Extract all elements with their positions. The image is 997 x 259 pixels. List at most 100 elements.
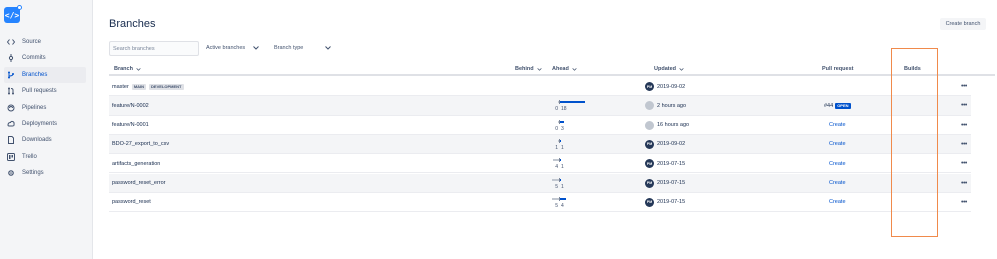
ahead-behind-divider: [559, 100, 560, 105]
behind-count: 4: [555, 164, 558, 171]
create-pull-request-link[interactable]: Create: [829, 180, 846, 186]
avatar[interactable]: PM: [645, 178, 654, 188]
chevron-down-icon: [537, 67, 542, 71]
more-actions-icon[interactable]: •••: [961, 96, 967, 115]
sidebar: </> Source Commits Branches Pull requests Pi…: [0, 0, 93, 259]
table-row[interactable]: artifacts_generation 4 1 PM 2019-07-15 Create…: [109, 154, 971, 174]
column-pull-request: Pull request: [822, 66, 853, 72]
ahead-behind-indicator: 54: [529, 193, 589, 212]
active-branches-dropdown[interactable]: Active branches: [206, 43, 259, 53]
branch-tag-lozenge: DEVELOPMENT: [149, 83, 184, 90]
ahead-behind-indicator: 11: [529, 135, 589, 154]
updated-cell: PM 2019-07-15: [645, 154, 685, 173]
table-row[interactable]: password_reset_error 5 1 PM 2019-07-15 Create…: [109, 173, 971, 193]
sidebar-item-trello[interactable]: Trello: [0, 149, 93, 165]
pull-request-cell: Create: [829, 116, 846, 135]
chevron-down-icon: [325, 46, 332, 50]
more-actions-icon[interactable]: •••: [961, 193, 967, 212]
column-updated[interactable]: Updated: [654, 66, 684, 72]
sidebar-item-downloads[interactable]: Downloads: [0, 132, 93, 148]
pull-request-cell: Create: [829, 154, 846, 173]
search-input[interactable]: [109, 41, 199, 56]
behind-count: 1: [555, 144, 558, 151]
more-actions-icon[interactable]: •••: [961, 77, 967, 96]
sidebar-nav: Source Commits Branches Pull requests Pipeli…: [0, 34, 93, 181]
sidebar-item-pipelines[interactable]: Pipelines: [0, 100, 93, 116]
sidebar-item-pull-requests[interactable]: Pull requests: [0, 83, 93, 99]
sidebar-item-branches[interactable]: Branches: [4, 66, 86, 83]
pull-request-link[interactable]: #44: [824, 103, 833, 109]
behind-bar: [552, 178, 559, 181]
pr-status-badge: OPEN: [835, 102, 851, 109]
create-pull-request-link[interactable]: Create: [829, 122, 846, 128]
avatar[interactable]: [645, 120, 654, 130]
table-row[interactable]: BDO-27_export_to_csv 1 1 PM 2019-09-02 Create…: [109, 134, 971, 155]
pull-request-cell: #44 OPEN: [824, 96, 851, 115]
branch-link[interactable]: artifacts_generation: [112, 161, 160, 167]
create-pull-request-link[interactable]: Create: [829, 161, 846, 167]
branch-link[interactable]: feature/N-0001: [112, 122, 149, 128]
branch-link[interactable]: password_reset: [112, 199, 151, 205]
branch-name-cell: artifacts_generation: [112, 154, 160, 173]
table-row[interactable]: master MAIN DEVELOPMENT PM 2019-09-02 •••: [109, 77, 971, 97]
branch-link[interactable]: BDO-27_export_to_csv: [112, 141, 169, 147]
more-actions-icon[interactable]: •••: [961, 116, 967, 135]
column-branch[interactable]: Branch: [114, 66, 141, 72]
sidebar-item-source[interactable]: Source: [0, 34, 93, 50]
updated-cell: 16 hours ago: [645, 116, 689, 135]
pull-request-cell: Create: [829, 193, 846, 212]
more-actions-icon[interactable]: •••: [961, 174, 967, 193]
branch-link[interactable]: feature/N-0002: [112, 103, 149, 109]
sidebar-item-label: Downloads: [22, 137, 52, 144]
table-row[interactable]: password_reset 5 4 PM 2019-07-15 Create •••: [109, 193, 971, 213]
table-row[interactable]: feature/N-0001 0 3 16 hours ago Create •••: [109, 116, 971, 135]
branch-type-dropdown[interactable]: Branch type: [274, 43, 332, 53]
sidebar-item-commits[interactable]: Commits: [0, 50, 93, 66]
ahead-behind-indicator: 03: [529, 116, 589, 135]
sidebar-item-deployments[interactable]: Deployments: [0, 116, 93, 132]
repo-logo[interactable]: </>: [4, 5, 22, 23]
ahead-behind-divider: [559, 177, 560, 182]
table-row[interactable]: feature/N-0002 0 18 2 hours ago #44 OPEN •••: [109, 96, 971, 116]
code-logo-icon: </>: [4, 10, 20, 20]
avatar[interactable]: PM: [645, 159, 654, 169]
ahead-behind-divider: [559, 196, 560, 201]
create-pull-request-link[interactable]: Create: [829, 199, 846, 205]
ahead-bar: [560, 178, 562, 181]
sidebar-item-label: Trello: [22, 153, 37, 160]
branch-name-cell: master MAIN DEVELOPMENT: [112, 77, 184, 96]
more-actions-icon[interactable]: •••: [961, 154, 967, 173]
ahead-bar: [560, 139, 562, 142]
column-behind[interactable]: Behind: [515, 66, 542, 72]
create-pull-request-link[interactable]: Create: [829, 141, 846, 147]
chevron-down-icon: [572, 67, 577, 71]
builds-column-highlight: [891, 48, 938, 237]
avatar[interactable]: [645, 101, 654, 111]
main-content: Branches Create branch Active branches B…: [93, 0, 997, 259]
updated-cell: PM 2019-09-02: [645, 135, 685, 154]
column-branch-label: Branch: [114, 66, 133, 72]
code-icon: [7, 38, 15, 46]
behind-count: 5: [555, 183, 558, 190]
avatar[interactable]: PM: [645, 139, 654, 149]
column-ahead[interactable]: Ahead: [552, 66, 577, 72]
create-branch-button[interactable]: Create branch: [940, 18, 986, 30]
deployments-icon: [7, 120, 15, 128]
page-title: Branches: [109, 18, 156, 30]
branch-link[interactable]: master: [112, 84, 129, 90]
branch-link[interactable]: password_reset_error: [112, 180, 166, 186]
active-branches-label: Active branches: [206, 45, 246, 51]
behind-count: 0: [555, 106, 558, 113]
updated-cell: PM 2019-09-02: [645, 77, 685, 96]
avatar[interactable]: PM: [645, 82, 654, 91]
behind-count: 5: [555, 202, 558, 209]
avatar[interactable]: PM: [645, 197, 654, 207]
ahead-bar: [560, 197, 566, 200]
sidebar-item-label: Deployments: [22, 120, 58, 127]
downloads-icon: [7, 136, 15, 145]
more-actions-icon[interactable]: •••: [961, 135, 967, 154]
updated-value: 2019-07-15: [657, 160, 686, 167]
sidebar-item-settings[interactable]: Settings: [0, 165, 93, 181]
ahead-behind-indicator: 0 18: [529, 96, 589, 115]
branch-name-cell: password_reset_error: [112, 174, 166, 193]
